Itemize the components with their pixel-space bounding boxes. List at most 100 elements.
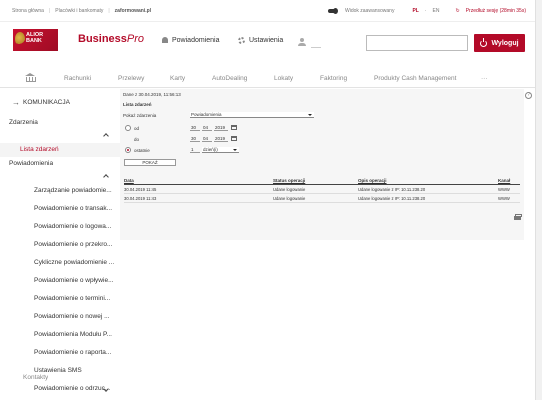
sidebar-item-sms-settings[interactable]: Ustawienia SMS [34, 367, 118, 374]
sidebar-group-powiadomienia[interactable]: Powiadomienia [9, 160, 53, 167]
nav-karty[interactable]: Karty [170, 75, 185, 82]
col-header-status[interactable]: Status operacji [273, 178, 305, 183]
to-month-input[interactable]: 04 [202, 135, 212, 142]
logout-button[interactable]: Wyloguj [474, 34, 525, 52]
col-header-channel[interactable]: Kanał [498, 178, 510, 183]
nav-faktoring[interactable]: Faktoring [320, 75, 347, 82]
cell-date: 30.04.2019 11:43 [124, 196, 157, 201]
nav-autodealing[interactable]: AutoDealing [212, 75, 247, 82]
data-timestamp: Dane z 30.04.2019, 11:56:13 [123, 92, 181, 97]
link-zaformowani[interactable]: zaformowani.pl [115, 8, 156, 14]
alior-bank-logo[interactable]: ALIOR BANK [13, 29, 58, 51]
nav-przelewy[interactable]: Przelewy [118, 75, 144, 82]
nav-lokaty[interactable]: Lokaty [274, 75, 293, 82]
top-right-controls: Widok zaawansowany PL · EN ↻ Przedłuż se… [328, 8, 526, 14]
sidebar-group-zdarzenia[interactable]: Zdarzenia [9, 119, 38, 126]
show-button[interactable]: POKAŻ [124, 159, 176, 166]
sidebar-active-bg [0, 143, 120, 157]
top-links: Strona główna | Placówki i bankomaty | zafor… [12, 8, 161, 14]
cell-description: Udane logowanie z IP: 10.11.238.20 [358, 196, 426, 201]
event-type-select[interactable]: Powiadomienia [190, 112, 314, 118]
col-header-date[interactable]: Data [124, 178, 134, 183]
sidebar-item[interactable]: Powiadomienie o transak... [34, 205, 118, 212]
logo-text-line2: BANK [26, 38, 42, 44]
user-icon[interactable] [298, 38, 306, 47]
sidebar-item-lista-zdarzen[interactable]: Lista zdarzeń [20, 146, 59, 153]
printer-icon[interactable] [514, 214, 522, 220]
logo-emblem-icon [15, 32, 25, 46]
sidebar: → KOMUNIKACJA Zdarzenia Lista zdarzeń Po… [0, 89, 120, 400]
power-icon [480, 38, 488, 47]
cell-status: Udane logowanie [273, 196, 306, 201]
link-branches[interactable]: Placówki i bankomaty [55, 8, 103, 14]
from-year-input[interactable]: 2019 [214, 124, 228, 131]
settings-label: Ustawienia [249, 37, 284, 44]
main-navigation: Rachunki Przelewy Karty AutoDealing Loka… [0, 68, 542, 88]
cell-description: Udane logowanie z IP: 10.11.238.20 [358, 187, 426, 192]
lang-separator: · [424, 8, 427, 14]
last-count-input[interactable]: 1 [190, 146, 200, 153]
nav-cash-management[interactable]: Produkty Cash Management [374, 75, 456, 82]
calendar-icon[interactable] [231, 136, 237, 141]
gear-icon [238, 37, 245, 44]
show-events-label: Pokaż zdarzenia [123, 113, 157, 118]
table-row: 30.04.2019 11:45 Udane logowanie Udane l… [124, 186, 520, 194]
sidebar-heading: KOMUNIKACJA [23, 99, 70, 106]
from-day-input[interactable]: 30 [190, 124, 200, 131]
calendar-icon[interactable] [231, 125, 237, 130]
back-arrow-icon[interactable]: → [12, 98, 20, 107]
user-name-placeholder [311, 47, 321, 48]
bank-home-icon[interactable] [25, 73, 36, 82]
sidebar-item[interactable]: Powiadomienie o logowa... [34, 223, 118, 230]
from-month-input[interactable]: 04 [202, 124, 212, 131]
sidebar-item[interactable]: Powiadomienie o przekro... [34, 241, 118, 248]
table-row: 30.04.2019 11:43 Udane logowanie Udane l… [124, 195, 520, 203]
event-list-panel: Dane z 30.04.2019, 11:56:13 Lista zdarze… [120, 89, 524, 240]
section-title: Lista zdarzeń [123, 102, 152, 107]
notifications-label: Powiadomienia [172, 37, 220, 44]
to-year-input[interactable]: 2019 [214, 135, 228, 142]
radio-from[interactable] [125, 125, 131, 131]
sidebar-item[interactable]: Zarządzanie powiadomie... [34, 187, 118, 194]
chevron-up-icon[interactable] [103, 174, 109, 180]
col-header-description[interactable]: Opis operacji [358, 178, 387, 183]
lang-pl[interactable]: PL [412, 8, 418, 14]
settings-menu[interactable]: Ustawienia [238, 37, 283, 44]
top-link-bar: Strona główna | Placówki i bankomaty | zafor… [0, 0, 542, 22]
nav-more[interactable]: ··· [481, 75, 488, 82]
sidebar-item[interactable]: Powiadomienie o termini... [34, 295, 118, 302]
link-separator: | [48, 8, 51, 14]
nav-rachunki[interactable]: Rachunki [64, 75, 91, 82]
sidebar-item[interactable]: Powiadomienia Modułu P... [34, 331, 118, 338]
sidebar-item[interactable]: Powiadomienie o raporta... [34, 349, 118, 356]
page-scrollbar[interactable] [535, 0, 542, 400]
last-label: ostatnie [134, 148, 150, 153]
sidebar-group-kontakty[interactable]: Kontakty [23, 374, 48, 381]
view-toggle-icon[interactable] [328, 8, 338, 14]
cell-status: Udane logowanie [273, 187, 306, 192]
business-pro-brand: BusinessPro [78, 33, 145, 45]
table-header: Data Status operacji Opis operacji Kanał [124, 177, 520, 185]
sidebar-item[interactable]: Powiadomienie o wpływie... [34, 277, 118, 284]
to-day-input[interactable]: 30 [190, 135, 200, 142]
header-search-input[interactable] [366, 35, 468, 51]
lang-en[interactable]: EN [433, 8, 440, 14]
notifications-menu[interactable]: Powiadomienia [162, 37, 219, 44]
advanced-view-label[interactable]: Widok zaawansowany [345, 8, 394, 14]
radio-last[interactable] [125, 147, 131, 153]
logout-label: Wyloguj [491, 39, 519, 47]
extend-session-link[interactable]: Przedłuż sesję (28min 35s) [466, 8, 526, 14]
link-separator: | [108, 8, 110, 14]
session-refresh-icon[interactable]: ↻ [455, 8, 459, 14]
last-unit-select[interactable]: dzień(i) [202, 147, 239, 153]
to-label: do [134, 137, 140, 142]
chevron-up-icon[interactable] [103, 133, 109, 139]
sidebar-item[interactable]: Powiadomienie o nowej ... [34, 313, 118, 320]
from-label: od [134, 126, 140, 131]
bell-icon [162, 37, 168, 44]
link-home[interactable]: Strona główna [12, 8, 44, 14]
cell-channel: WWW [498, 187, 510, 192]
sidebar-item[interactable]: Cykliczne powiadomienie ... [34, 259, 118, 266]
cell-channel: WWW [498, 196, 510, 201]
help-icon[interactable]: ? [525, 92, 532, 99]
